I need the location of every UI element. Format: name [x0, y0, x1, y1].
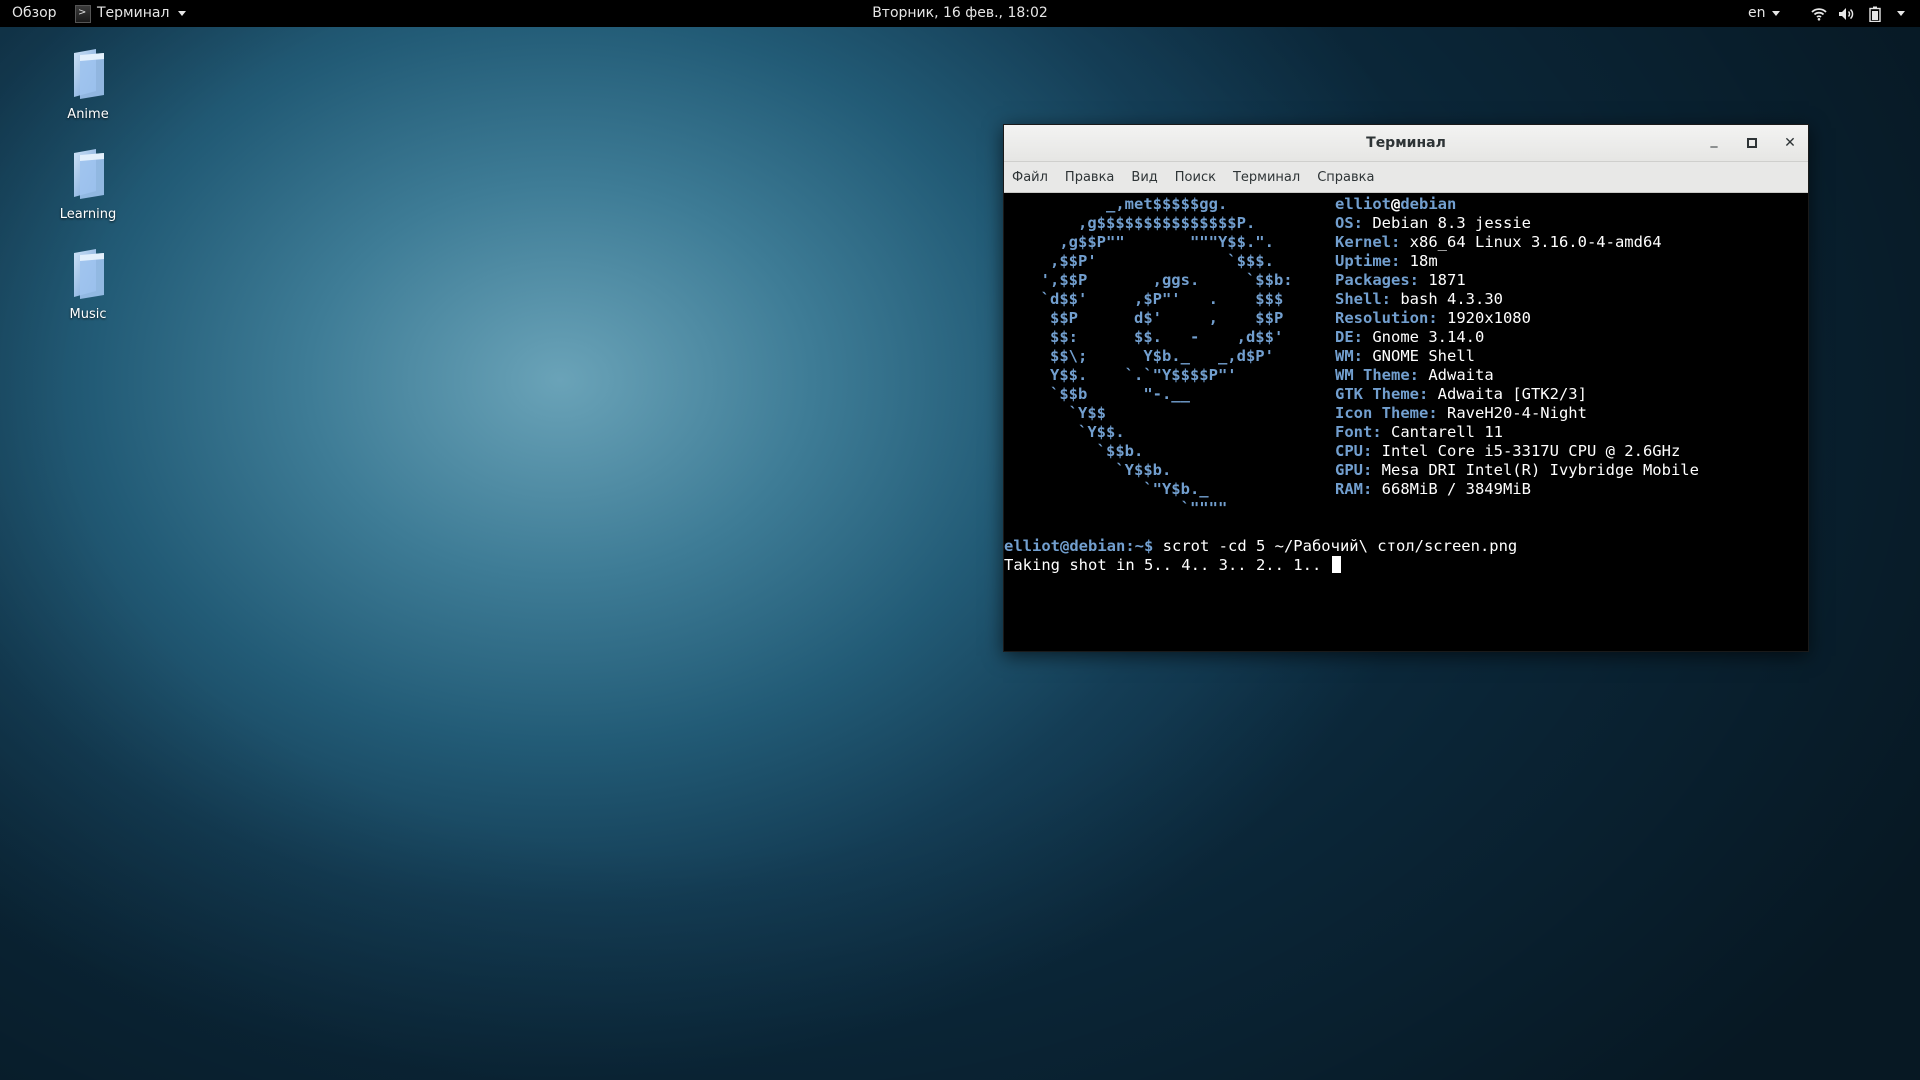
menu-view[interactable]: Вид [1131, 170, 1157, 185]
command-text: scrot -cd 5 ~/Рабочий\ стол/screen.png [1153, 537, 1518, 555]
system-info: elliot@debian OS: Debian 8.3 jessie Kern… [1335, 195, 1699, 499]
info-key: Packages: [1335, 271, 1419, 289]
info-value: x86_64 Linux 3.16.0-4-amd64 [1400, 233, 1662, 251]
info-value: 1871 [1419, 271, 1466, 289]
info-key: Font: [1335, 423, 1382, 441]
info-value: 1920x1080 [1437, 309, 1531, 327]
info-key: CPU: [1335, 442, 1373, 460]
menu-help[interactable]: Справка [1317, 170, 1374, 185]
info-key: GTK Theme: [1335, 385, 1429, 403]
system-menu-button[interactable] [1810, 0, 1905, 27]
terminal-window[interactable]: Терминал _ ✕ Файл Правка Вид Поиск Терми… [1003, 124, 1809, 652]
activities-button[interactable]: Обзор [12, 0, 57, 27]
chevron-down-icon [178, 11, 187, 16]
info-key: Uptime: [1335, 252, 1401, 270]
chevron-down-icon [1897, 11, 1905, 16]
info-key: Kernel: [1335, 233, 1401, 251]
lang-label: en [1748, 5, 1766, 21]
maximize-icon [1747, 138, 1757, 148]
desktop-icon-learning[interactable]: Learning [48, 147, 128, 222]
folder-icon [74, 149, 104, 199]
info-host: debian [1400, 195, 1457, 213]
prompt-path: :~$ [1125, 537, 1154, 555]
close-icon: ✕ [1784, 135, 1796, 151]
window-titlebar[interactable]: Терминал _ ✕ [1004, 125, 1808, 162]
info-value: GNOME Shell [1363, 347, 1475, 365]
desktop-icon-music[interactable]: Music [48, 247, 128, 322]
folder-icon [74, 49, 104, 99]
info-value: RaveH20-4-Night [1437, 404, 1587, 422]
battery-icon [1866, 0, 1884, 27]
maximize-button[interactable] [1742, 133, 1762, 153]
shell-prompt-area[interactable]: elliot@debian:~$ scrot -cd 5 ~/Рабочий\ … [1004, 537, 1517, 575]
desktop-icon-label: Music [69, 307, 107, 322]
text-cursor [1331, 556, 1341, 573]
info-key: Resolution: [1335, 309, 1438, 327]
desktop-icon-label: Learning [59, 207, 117, 222]
folder-icon [74, 249, 104, 299]
desktop-icon-label: Anime [67, 107, 109, 122]
info-value: 668MiB / 3849MiB [1372, 480, 1531, 498]
info-value: Gnome 3.14.0 [1363, 328, 1485, 346]
debian-ascii-logo: _,met$$$$$gg. ,g$$$$$$$$$$$$$$$P. ,g$$P"… [1022, 195, 1293, 517]
app-menu-button[interactable]: Терминал [75, 0, 187, 27]
terminal-app-icon [75, 0, 91, 26]
info-value: Adwaita [GTK2/3] [1428, 385, 1587, 403]
menu-bar: Файл Правка Вид Поиск Терминал Справка [1004, 162, 1808, 193]
prompt-user: elliot@debian [1004, 537, 1126, 555]
top-bar: Обзор Терминал Вторник, 16 фев., 18:02 e… [0, 0, 1920, 27]
info-key: RAM: [1335, 480, 1373, 498]
info-key: GPU: [1335, 461, 1373, 479]
minimize-button[interactable]: _ [1704, 132, 1724, 153]
minimize-icon: _ [1710, 132, 1718, 148]
menu-file[interactable]: Файл [1012, 170, 1048, 185]
info-value: Debian 8.3 jessie [1363, 214, 1531, 232]
clock-button[interactable]: Вторник, 16 фев., 18:02 [872, 5, 1048, 21]
window-title: Терминал [1366, 135, 1446, 151]
volume-icon [1838, 0, 1856, 27]
desktop-icon-anime[interactable]: Anime [48, 47, 128, 122]
wifi-icon [1810, 0, 1828, 27]
keyboard-layout-button[interactable]: en [1748, 0, 1780, 27]
info-key: WM Theme: [1335, 366, 1419, 384]
info-at: @ [1391, 195, 1401, 213]
terminal-output[interactable]: _,met$$$$$gg. ,g$$$$$$$$$$$$$$$P. ,g$$P"… [1004, 193, 1808, 651]
info-key: DE: [1335, 328, 1363, 346]
menu-edit[interactable]: Правка [1065, 170, 1114, 185]
close-button[interactable]: ✕ [1780, 133, 1800, 153]
info-user: elliot [1335, 195, 1391, 213]
menu-terminal[interactable]: Терминал [1233, 170, 1300, 185]
info-key: Shell: [1335, 290, 1391, 308]
app-menu-label: Терминал [97, 5, 170, 21]
info-value: 18m [1400, 252, 1438, 270]
info-value: Adwaita [1419, 366, 1494, 384]
info-key: WM: [1335, 347, 1363, 365]
info-value: Cantarell 11 [1381, 423, 1503, 441]
menu-search[interactable]: Поиск [1175, 170, 1216, 185]
info-value: Mesa DRI Intel(R) Ivybridge Mobile [1372, 461, 1699, 479]
chevron-down-icon [1771, 11, 1780, 16]
clock-container: Вторник, 16 фев., 18:02 [0, 0, 1920, 27]
info-value: Intel Core i5-3317U CPU @ 2.6GHz [1372, 442, 1681, 460]
info-value: bash 4.3.30 [1391, 290, 1503, 308]
info-key: OS: [1335, 214, 1363, 232]
command-output: Taking shot in 5.. 4.. 3.. 2.. 1.. [1004, 556, 1331, 574]
info-key: Icon Theme: [1335, 404, 1438, 422]
